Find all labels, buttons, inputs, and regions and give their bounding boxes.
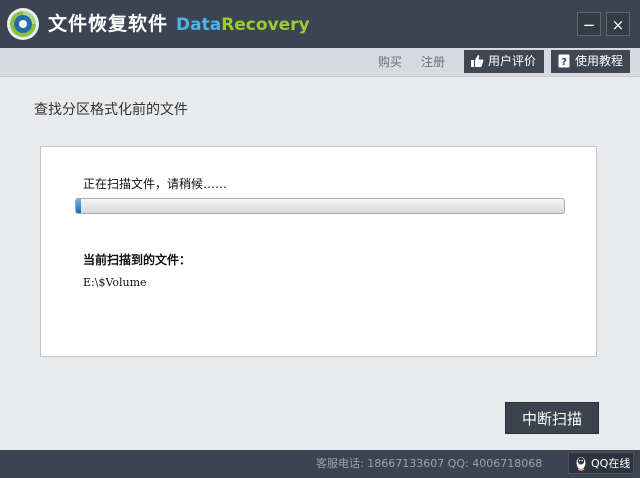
stop-scan-button[interactable]: 中断扫描 [505,402,599,434]
scan-panel: 正在扫描文件，请稍候…… 当前扫描到的文件： E:\$Volume [40,146,597,357]
section-title: 查找分区格式化前的文件 [34,102,188,118]
brand-part-recovery: Recovery [221,15,310,35]
app-logo-icon [7,8,39,40]
brand-part-data: Data [176,15,222,35]
tutorial-button[interactable]: ? 使用教程 [551,50,630,73]
app-title: 文件恢复软件 [48,13,169,35]
minimize-button[interactable]: − [577,12,601,36]
question-book-icon: ? [558,54,570,68]
footer-bar: 客服电话: 18667133607 QQ: 4006718068 QQ在线 [0,450,640,478]
buy-link[interactable]: 购买 [378,54,402,70]
scan-progress-fill [76,199,81,213]
contact-info: 客服电话: 18667133607 QQ: 4006718068 [316,457,543,470]
user-reviews-label: 用户评价 [488,54,537,68]
register-link[interactable]: 注册 [421,54,445,70]
scan-progress-bar [75,198,565,214]
current-file-path: E:\$Volume [83,276,147,289]
scan-status-text: 正在扫描文件，请稍候…… [83,177,228,191]
thumbs-up-icon [471,55,484,67]
toolbar: 购买 注册 用户评价 ? 使用教程 [0,48,640,77]
qq-online-label: QQ在线 [591,457,631,470]
close-button[interactable]: × [606,12,630,36]
brand-logo-text: DataRecovery [176,12,310,38]
user-reviews-button[interactable]: 用户评价 [464,50,544,73]
svg-text:?: ? [561,57,567,68]
current-file-label: 当前扫描到的文件： [83,253,192,267]
title-bar: 文件恢复软件 DataRecovery − × [0,0,640,48]
qq-penguin-icon [576,457,586,471]
tutorial-label: 使用教程 [575,54,624,68]
qq-online-button[interactable]: QQ在线 [568,452,634,474]
